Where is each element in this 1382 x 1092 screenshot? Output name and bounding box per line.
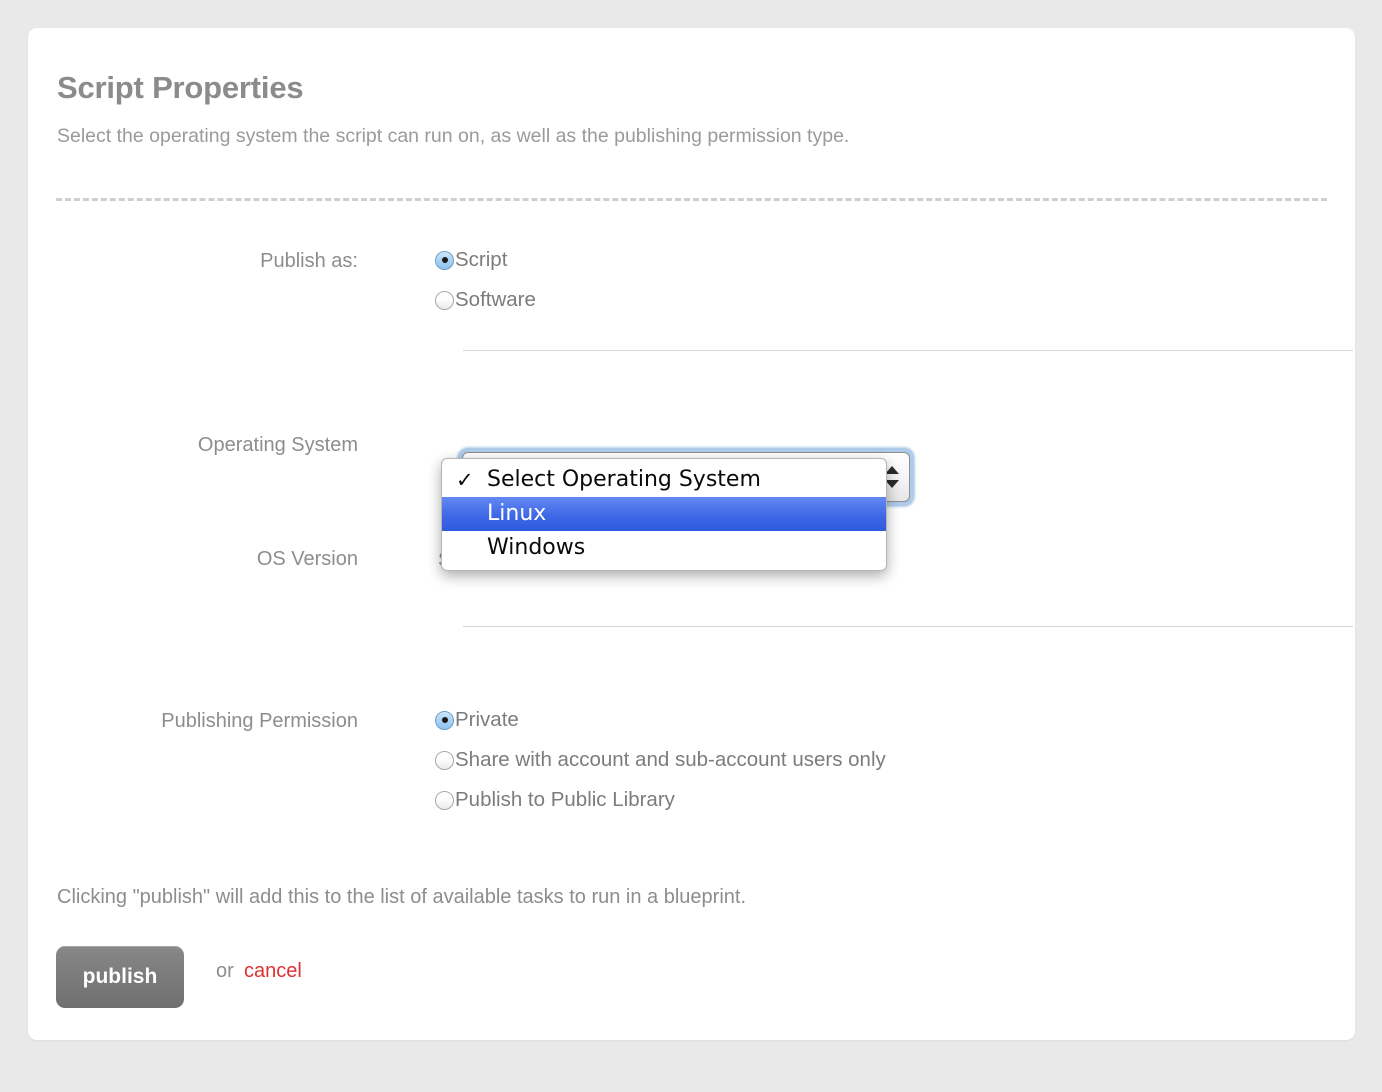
radio-software-icon[interactable] [435,290,454,310]
page-root: Script Properties Select the operating s… [0,0,1382,1092]
up-down-arrows-icon[interactable] [885,464,899,490]
radio-script-icon[interactable] [435,250,454,270]
arrow-down-icon [885,480,899,488]
publish-button[interactable]: publish [56,946,184,1008]
arrow-up-icon [885,466,899,474]
radio-private-icon[interactable] [435,710,454,730]
publish-as-radio-group[interactable]: Script Software [435,240,536,320]
divider-rule-top [463,350,1353,351]
radio-public-library-icon[interactable] [435,790,454,810]
radio-script-label: Script [455,248,508,271]
operating-system-label: Operating System [197,434,358,456]
publishing-permission-label: Publishing Permission [161,710,358,732]
page-title: Script Properties [57,70,304,105]
dropdown-option-label: Linux [487,501,547,526]
radio-option-private[interactable]: Private [435,700,886,740]
cancel-link[interactable]: cancel [244,960,302,983]
operating-system-dropdown-menu[interactable]: Select Operating System Linux Windows [441,458,887,571]
radio-private-label: Private [455,708,519,731]
radio-share-account-icon[interactable] [435,750,454,770]
os-version-label: OS Version [256,548,358,570]
radio-option-share-account[interactable]: Share with account and sub-account users… [435,740,886,780]
radio-option-script[interactable]: Script [435,240,536,280]
card-content: Script Properties Select the operating s… [28,28,1355,1040]
or-label: or [216,960,234,982]
dropdown-option-windows[interactable]: Windows [442,531,886,565]
radio-option-public-library[interactable]: Publish to Public Library [435,780,886,820]
divider-rule-bottom [463,626,1353,627]
publishing-permission-radio-group[interactable]: Private Share with account and sub-accou… [435,700,886,820]
radio-share-account-label: Share with account and sub-account users… [455,748,886,771]
dropdown-option-linux[interactable]: Linux [442,497,886,531]
radio-software-label: Software [455,288,536,311]
dropdown-option-label: Windows [487,535,586,560]
publish-as-label: Publish as: [260,250,358,272]
dashed-divider [56,198,1327,201]
dropdown-option-select-operating-system[interactable]: Select Operating System [442,463,886,497]
page-subtitle: Select the operating system the script c… [57,125,850,147]
footer-note: Clicking "publish" will add this to the … [57,886,746,908]
radio-option-software[interactable]: Software [435,280,536,320]
radio-public-library-label: Publish to Public Library [455,788,675,811]
dropdown-option-label: Select Operating System [487,467,761,492]
